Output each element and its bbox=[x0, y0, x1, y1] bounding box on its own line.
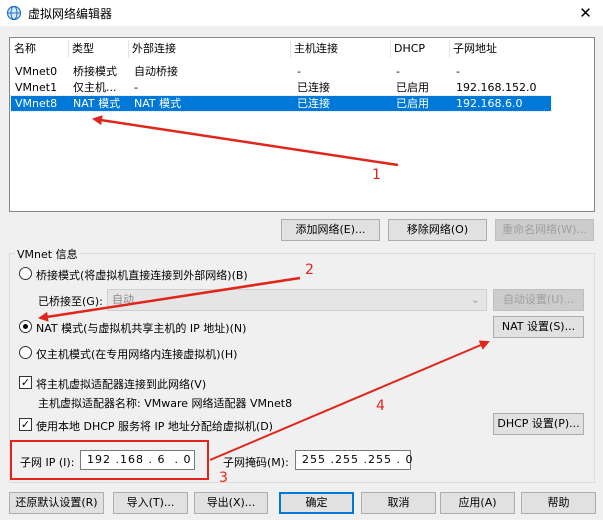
arrow-4 bbox=[209, 340, 490, 461]
arrow-1 bbox=[92, 115, 399, 167]
annotation-number-3: 3 bbox=[219, 470, 228, 486]
annotation-number-4: 4 bbox=[376, 398, 385, 414]
annotation-number-1: 1 bbox=[372, 167, 381, 183]
annotation-number-2: 2 bbox=[305, 262, 314, 278]
arrow-2 bbox=[38, 276, 301, 322]
annotation-arrows bbox=[38, 115, 490, 461]
